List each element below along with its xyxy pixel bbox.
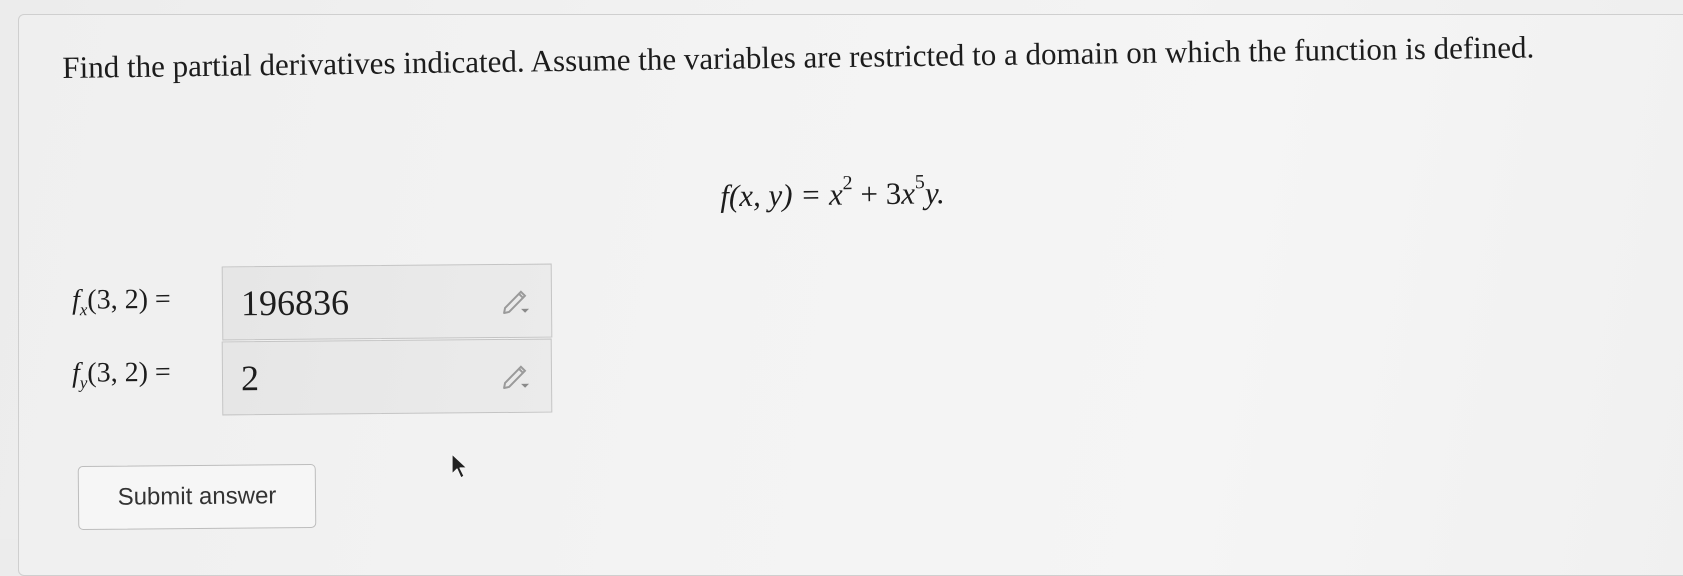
fx-label: fx(3, 2) = xyxy=(71,283,171,320)
equation-lhs: f(x, y) = xyxy=(720,176,830,214)
fx-answer-field[interactable]: 196836 xyxy=(221,263,553,341)
equation-term1-base: x xyxy=(828,176,843,212)
answer-row-fy: fy(3, 2) = xyxy=(72,338,220,412)
submit-answer-button[interactable]: Submit answer xyxy=(77,463,317,531)
function-definition: f(x, y) = x2 + 3x5y. xyxy=(720,171,946,214)
fy-answer-field[interactable]: 2 xyxy=(221,338,553,416)
fx-answer-value: 196836 xyxy=(240,282,350,324)
equation-plus: + 3 xyxy=(852,175,902,212)
equation-term1-exponent: 2 xyxy=(842,172,853,195)
fy-label: fy(3, 2) = xyxy=(71,356,171,393)
answer-row-fx: fx(3, 2) = xyxy=(72,265,220,339)
mouse-pointer-icon xyxy=(451,453,468,479)
fy-answer-value: 2 xyxy=(240,358,260,399)
equation-tail: y. xyxy=(924,175,946,211)
equation-term2-exponent: 5 xyxy=(914,171,925,194)
pencil-dropdown-icon[interactable] xyxy=(499,359,533,393)
equation-term2-base: x xyxy=(900,175,916,211)
pencil-dropdown-icon[interactable] xyxy=(499,284,533,318)
